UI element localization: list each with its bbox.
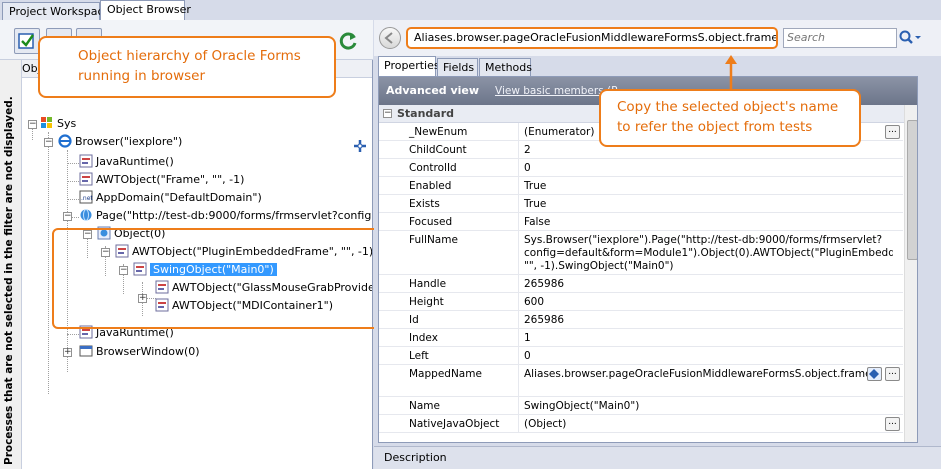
property-row[interactable]: Focused False xyxy=(379,213,903,231)
window-icon xyxy=(79,345,93,357)
property-value[interactable]: Sys.Browser("iexplore").Page("http://tes… xyxy=(520,231,893,274)
object-tree-panel: Processes that are not selected in the f… xyxy=(0,20,380,469)
tab-properties[interactable]: Properties xyxy=(378,56,440,76)
tree-node-java-runtime[interactable]: JavaRuntime() xyxy=(79,153,174,171)
property-row[interactable]: Index 1 xyxy=(379,329,903,347)
subtree-highlight xyxy=(52,228,380,329)
property-row[interactable]: ControlId 0 xyxy=(379,159,903,177)
property-row[interactable]: Height 600 xyxy=(379,293,903,311)
refresh-icon[interactable] xyxy=(337,30,359,55)
filter-button[interactable] xyxy=(14,28,40,54)
expand-toggle[interactable]: − xyxy=(28,120,37,129)
property-row[interactable]: Exists True xyxy=(379,195,903,213)
up-arrow-icon xyxy=(725,55,737,90)
top-tab-strip: Project Workspace Object Browser xyxy=(0,0,941,20)
search-button[interactable] xyxy=(896,28,922,48)
property-value[interactable]: Aliases.browser.pageOracleFusionMiddlewa… xyxy=(520,365,875,396)
ellipsis-button[interactable]: ... xyxy=(885,125,900,139)
property-name: MappedName xyxy=(379,365,519,396)
checkbox-icon xyxy=(18,33,34,49)
property-row[interactable]: Id 265986 xyxy=(379,311,903,329)
property-row[interactable]: FullName Sys.Browser("iexplore").Page("ht… xyxy=(379,231,903,275)
property-value[interactable]: SwingObject("Main0") xyxy=(520,397,893,414)
search-input[interactable]: Search xyxy=(783,28,897,48)
property-value[interactable]: True xyxy=(520,177,893,194)
property-name: Handle xyxy=(379,275,519,292)
property-name: ChildCount xyxy=(379,141,519,158)
property-value[interactable]: (Object) xyxy=(520,415,893,432)
back-arrow-icon xyxy=(384,32,393,44)
address-bar: Aliases.browser.pageOracleFusionMiddlewa… xyxy=(374,20,941,56)
property-value[interactable]: 1 xyxy=(520,329,893,346)
property-name: ControlId xyxy=(379,159,519,176)
property-row[interactable]: MappedName Aliases.browser.pageOracleFusi… xyxy=(379,365,903,397)
property-row[interactable]: Handle 265986 xyxy=(379,275,903,293)
property-value[interactable]: 0 xyxy=(520,159,893,176)
property-value[interactable]: 265986 xyxy=(520,311,893,328)
property-name: Id xyxy=(379,311,519,328)
properties-panel: Aliases.browser.pageOracleFusionMiddlewa… xyxy=(374,20,941,469)
tab-object-browser[interactable]: Object Browser xyxy=(100,0,191,20)
tree-node-app-domain[interactable]: .net AppDomain("DefaultDomain") xyxy=(79,189,262,207)
ellipsis-button[interactable]: ... xyxy=(885,367,900,381)
expand-toggle[interactable]: − xyxy=(44,138,53,147)
svg-text:.net: .net xyxy=(81,195,93,202)
property-name: Enabled xyxy=(379,177,519,194)
copy-name-callout: Copy the selected object's name to refer… xyxy=(599,89,861,147)
highlight-object-button[interactable] xyxy=(867,367,882,381)
property-value[interactable]: 600 xyxy=(520,293,893,310)
property-name: Height xyxy=(379,293,519,310)
property-row[interactable]: Left 0 xyxy=(379,347,903,365)
property-row[interactable]: Enabled True xyxy=(379,177,903,195)
property-name: Focused xyxy=(379,213,519,230)
property-value[interactable]: False xyxy=(520,213,893,230)
property-name: Name xyxy=(379,397,519,414)
tree-node-awt-frame[interactable]: AWTObject("Frame", "", -1) xyxy=(79,171,244,189)
search-icon xyxy=(899,30,921,44)
property-row[interactable]: NativeJavaObject (Object)... xyxy=(379,415,903,433)
tree-node-page[interactable]: Page("http://test-db:9000/forms/frmservl… xyxy=(79,207,372,225)
grid-scrollbar[interactable] xyxy=(904,105,917,442)
property-name: FullName xyxy=(379,231,519,274)
expand-toggle[interactable]: + xyxy=(63,348,72,357)
tree-callout: Object hierarchy of Oracle Forms running… xyxy=(38,36,336,98)
tree-node-browser[interactable]: Browser("iexplore") xyxy=(58,133,182,151)
object-name-field[interactable]: Aliases.browser.pageOracleFusionMiddlewa… xyxy=(406,27,778,49)
property-name: Left xyxy=(379,347,519,364)
property-name: _NewEnum xyxy=(379,123,519,140)
property-row[interactable]: Name SwingObject("Main0") xyxy=(379,397,903,415)
windows-logo-icon xyxy=(41,117,52,128)
back-button[interactable] xyxy=(379,27,401,49)
tab-fields[interactable]: Fields xyxy=(437,58,478,76)
tree-node-browser-window[interactable]: BrowserWindow(0) xyxy=(79,343,200,361)
highlight-icon[interactable] xyxy=(353,139,367,153)
scrollbar-thumb[interactable] xyxy=(907,120,917,260)
expand-toggle[interactable]: − xyxy=(63,212,72,221)
property-tabs: Properties Fields Methods xyxy=(374,56,941,76)
tree-node-sys[interactable]: Sys xyxy=(40,115,76,133)
property-value[interactable]: 0 xyxy=(520,347,893,364)
property-value[interactable]: True xyxy=(520,195,893,212)
tab-methods[interactable]: Methods xyxy=(479,58,532,76)
property-value[interactable]: 265986 xyxy=(520,275,893,292)
property-name: NativeJavaObject xyxy=(379,415,519,432)
property-name: Exists xyxy=(379,195,519,212)
collapse-toggle[interactable]: − xyxy=(383,109,392,118)
filter-notice-text: Processes that are not selected in the f… xyxy=(3,96,15,465)
tab-project-workspace[interactable]: Project Workspace xyxy=(2,2,110,20)
filter-notice-strip: Processes that are not selected in the f… xyxy=(0,60,22,469)
java-object-icon xyxy=(79,172,93,186)
page-globe-icon xyxy=(80,209,92,221)
ellipsis-button[interactable]: ... xyxy=(885,417,900,431)
ie-browser-icon xyxy=(58,134,72,148)
description-panel: Description xyxy=(374,446,941,469)
dotnet-icon: .net xyxy=(79,190,93,204)
advanced-view-title: Advanced view xyxy=(386,84,480,97)
java-object-icon xyxy=(79,154,93,168)
property-name: Index xyxy=(379,329,519,346)
